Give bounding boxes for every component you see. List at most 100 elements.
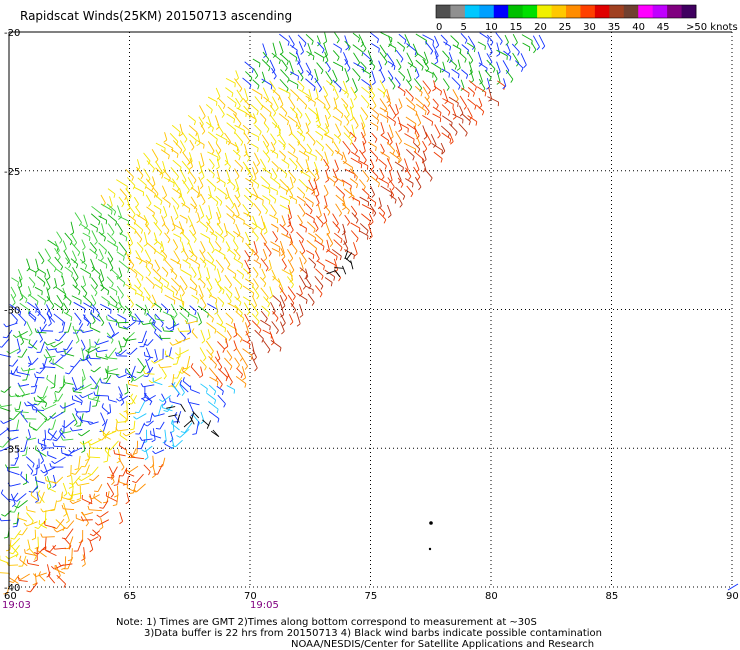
wind-barb-flag (464, 58, 467, 63)
wind-barb (404, 158, 409, 170)
wind-barb-flag (400, 183, 404, 188)
wind-barb (280, 69, 290, 80)
wind-barb (54, 392, 57, 402)
wind-barb (486, 59, 496, 70)
wind-barb (216, 330, 228, 340)
wind-barb-flag (333, 182, 336, 187)
wind-barb (271, 167, 278, 177)
wind-barb (449, 59, 457, 67)
wind-barb-flag (218, 150, 222, 154)
wind-barb (299, 257, 304, 269)
wind-barb-flag (34, 445, 37, 450)
wind-barb-flag (310, 210, 313, 215)
wind-barb (235, 311, 245, 319)
wind-barb (313, 221, 319, 229)
wind-barb-flag (255, 274, 259, 278)
wind-barb-flag (130, 428, 135, 431)
wind-barb-flag (174, 314, 178, 318)
wind-barb-flag (432, 88, 436, 92)
wind-barb-flag (71, 272, 74, 277)
wind-barb (164, 429, 167, 442)
wind-barb (279, 41, 284, 53)
wind-barb (271, 248, 281, 253)
wind-barb-flag (141, 449, 146, 453)
wind-barb-flag (230, 293, 233, 298)
wind-barb (251, 222, 263, 230)
wind-barb-flag (30, 470, 34, 475)
wind-barb (45, 550, 57, 557)
wind-barb (119, 232, 128, 238)
wind-barb (153, 381, 163, 386)
wind-barb-flag (321, 147, 325, 152)
wind-barb (278, 87, 291, 94)
wind-barb (118, 457, 125, 468)
wind-barb (154, 413, 165, 417)
wind-barb-flag (120, 402, 125, 406)
wind-barb-flag (249, 84, 252, 89)
wind-barb-flag (339, 88, 342, 93)
wind-barb (19, 579, 28, 582)
wind-barb (200, 329, 206, 341)
wind-barb-flag (158, 399, 163, 403)
wind-barb (191, 331, 198, 339)
wind-barb-flag (337, 229, 341, 234)
wind-barb-flag (106, 315, 108, 320)
wind-barb (460, 33, 468, 41)
wind-barb (394, 77, 401, 85)
wind-barb (305, 285, 314, 291)
wind-barb (137, 358, 145, 368)
wind-barb (386, 158, 393, 170)
wind-barb-flag (420, 92, 423, 97)
wind-barb (326, 80, 335, 88)
wind-barb (422, 150, 427, 160)
wind-barb-flag (41, 260, 45, 265)
wind-barb-flag (303, 42, 307, 47)
wind-barb (77, 482, 90, 486)
wind-barb-flag (327, 68, 331, 73)
wind-barb (342, 151, 347, 162)
wind-barb-flag (98, 274, 101, 279)
wind-barb-flag (267, 303, 271, 308)
colorbar-tick-label: 35 (608, 22, 621, 33)
wind-barb-flag (187, 398, 190, 403)
wind-barb (433, 151, 443, 160)
wind-barb (352, 116, 359, 126)
wind-barb (388, 43, 397, 49)
wind-barb-flag (465, 132, 468, 137)
wind-barb-flag (212, 174, 215, 179)
wind-barb (251, 88, 263, 96)
wind-barb-flag (33, 559, 38, 563)
wind-barb-flag (206, 337, 211, 341)
wind-barb (269, 59, 276, 71)
wind-barb (252, 278, 259, 287)
wind-barb (132, 320, 144, 323)
wind-barb-flag (190, 254, 194, 258)
wind-barb (153, 276, 163, 285)
wind-barb-flag (254, 75, 259, 80)
wind-barb (73, 359, 81, 368)
wind-barb (184, 422, 193, 433)
wind-barb (244, 278, 254, 285)
wind-barb-flag (215, 299, 218, 304)
wind-barb-flag (60, 283, 65, 287)
wind-barb (98, 248, 104, 259)
wind-barb (44, 248, 51, 259)
wind-barb (92, 474, 100, 482)
wind-barb-flag (0, 445, 3, 448)
wind-barb-flag (366, 165, 369, 170)
wind-barb-flag (20, 471, 23, 476)
wind-barb-flag (386, 118, 389, 123)
wind-barb (298, 274, 307, 287)
wind-barb-flag (138, 284, 142, 289)
wind-barb-flag (273, 112, 277, 117)
wind-barb (44, 524, 56, 529)
wind-barb-flag (34, 328, 37, 333)
wind-barb (458, 52, 467, 60)
wind-barb-flag (436, 104, 439, 109)
wind-barb (434, 35, 440, 46)
wind-barb-flag (528, 47, 531, 52)
wind-barb (118, 386, 123, 396)
wind-barb-flag (374, 202, 377, 207)
wind-barb (71, 475, 74, 487)
wind-barb-flag (195, 208, 198, 213)
